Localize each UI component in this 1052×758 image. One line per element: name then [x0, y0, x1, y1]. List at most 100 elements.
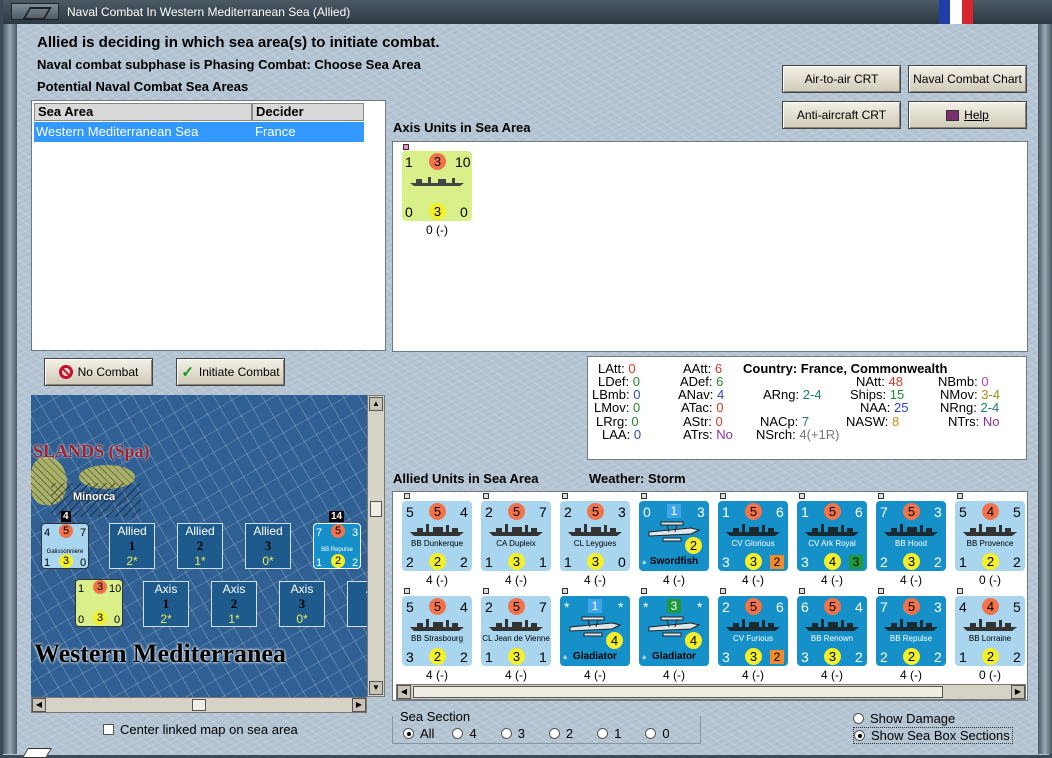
unit-bottom-left-value: 1 [564, 554, 572, 570]
unit-counter[interactable]: 2 5 3 CL Leygues 1 3 0 [560, 501, 630, 571]
map-unit-counter[interactable]: 7 5 3 BB Repulse 1 2 2 [313, 523, 361, 569]
map-unit-counter[interactable]: 4 5 7 Galissonniere 1 3 0 [41, 523, 89, 569]
unit-caption: 0 (-) [979, 668, 1001, 682]
unit-attack-value: 6 [801, 599, 809, 615]
stack-marker [641, 588, 647, 594]
air-to-air-crt-button[interactable]: Air-to-air CRT [782, 65, 901, 93]
unit-counter[interactable]: * 3 * 4 * Gladiator [639, 596, 709, 666]
radio-show-damage[interactable] [853, 713, 864, 724]
allied-sea-box-2[interactable]: Allied 2 1* [177, 523, 223, 569]
scroll-thumb[interactable] [192, 699, 206, 711]
sea-section-option-4[interactable]: 1 [597, 726, 621, 741]
show-sections-radio[interactable]: Show Sea Box Sections [853, 727, 1013, 744]
unit-aa-value: 2 [685, 537, 702, 554]
checkmark-icon: ✓ [181, 364, 194, 381]
axis-sea-box-4[interactable]: A [347, 581, 367, 627]
unit-counter[interactable]: 2 5 7 CL Jean de Vienne 1 3 1 [481, 596, 551, 666]
sea-section-option-1[interactable]: 4 [452, 726, 477, 741]
scroll-thumb[interactable] [370, 501, 382, 517]
stack-marker [562, 588, 568, 594]
radio-label: 1 [614, 726, 622, 741]
radio-label: 2 [565, 726, 574, 741]
column-header-decider[interactable]: Decider [252, 103, 364, 121]
sea-section-option-0[interactable]: All [403, 726, 434, 741]
axis-unit-counter[interactable]: 1 3 10 0 3 0 [402, 151, 472, 221]
unit-name: CA Dupleix [496, 539, 536, 548]
unit-bottom-left-value: 1 [485, 554, 493, 570]
sea-section-option-5[interactable]: 0 [645, 726, 670, 741]
unit-bottom-left-value: 2 [406, 554, 414, 570]
unit-defense-value: 4 [460, 504, 468, 520]
unit-bottom-right-value: 0 [618, 554, 626, 570]
unit-defense-value: 5 [1013, 504, 1021, 520]
scroll-right-arrow-icon[interactable]: ▶ [352, 698, 366, 712]
center-map-checkbox[interactable]: Center linked map on sea area [103, 722, 298, 737]
map-axis-unit-counter[interactable]: 1 3 10 0 3 0 [75, 579, 123, 627]
window-title: Naval Combat In Western Mediterranean Se… [67, 5, 351, 19]
axis-sea-box-2[interactable]: Axis 2 1* [211, 581, 257, 627]
naval-combat-chart-button[interactable]: Naval Combat Chart [908, 65, 1027, 93]
radio-button[interactable] [500, 728, 512, 739]
unit-counter[interactable]: 5 5 4 BB Strasbourg 3 2 2 [402, 596, 472, 666]
unit-counter[interactable]: 4 4 5 BB Lorraine 1 2 2 [955, 596, 1025, 666]
unit-defense-value: 6 [776, 504, 784, 520]
unit-bottom-left-value: 3 [722, 649, 730, 665]
radio-show-sections[interactable] [854, 730, 865, 741]
unit-attack-value: 1 [801, 504, 809, 520]
unit-counter[interactable]: 0 1 3 2 * Swordfish [639, 501, 709, 571]
sea-section-option-2[interactable]: 3 [500, 726, 525, 741]
radio-button[interactable] [645, 728, 657, 739]
map-vertical-scrollbar[interactable]: ▲ ▼ [367, 395, 385, 697]
scroll-down-arrow-icon[interactable]: ▼ [369, 681, 383, 695]
anti-aircraft-crt-button[interactable]: Anti-aircraft CRT [782, 101, 901, 129]
sea-area-title: Western Mediterranea [34, 639, 286, 668]
scroll-left-arrow-icon[interactable]: ◀ [397, 685, 411, 699]
map-horizontal-scrollbar[interactable]: ◀ ▶ [31, 697, 367, 713]
column-header-sea-area[interactable]: Sea Area [34, 103, 252, 121]
unit-move-value: 5 [903, 598, 920, 615]
axis-sea-box-3[interactable]: Axis 3 0* [279, 581, 325, 627]
show-damage-radio[interactable]: Show Damage [853, 711, 955, 726]
help-button[interactable]: Help [908, 101, 1027, 129]
linked-map[interactable]: SLANDS (Spa) Minorca 4 4 5 7 Galissonnie… [31, 395, 367, 697]
unit-counter[interactable]: 6 5 4 BB Renown 3 3 2 [797, 596, 867, 666]
unit-counter[interactable]: 7 5 3 BB Hood 2 3 2 [876, 501, 946, 571]
radio-button[interactable] [597, 728, 609, 739]
unit-caption: 4 (-) [505, 573, 527, 587]
scroll-left-arrow-icon[interactable]: ◀ [32, 698, 46, 712]
checkbox-box[interactable] [103, 724, 114, 735]
unit-counter[interactable]: 1 5 6 CV Ark Royal 3 4 3 [797, 501, 867, 571]
radio-button[interactable] [548, 728, 560, 739]
scroll-up-arrow-icon[interactable]: ▲ [369, 397, 383, 411]
country-stats-panel: LAtt: 0 LDef: 0 LBmb: 0 LMov: 0 LRrg: 0 … [587, 356, 1027, 460]
warship-silhouette-icon [963, 524, 1017, 536]
unit-counter[interactable]: 1 5 6 CV Glorious 3 3 2 [718, 501, 788, 571]
unit-counter[interactable]: 2 5 6 CV Furious 3 3 2 [718, 596, 788, 666]
system-menu-button[interactable] [11, 3, 59, 20]
allied-sea-box-1[interactable]: Allied 1 2* [109, 523, 155, 569]
unit-counter[interactable]: 5 4 5 BB Provence 1 2 2 [955, 501, 1025, 571]
radio-button[interactable] [403, 728, 414, 739]
unit-move-value: 5 [745, 503, 762, 520]
table-row[interactable]: Western Mediterranean Sea France [34, 122, 364, 142]
unit-counter[interactable]: 5 5 4 BB Dunkerque 2 2 2 [402, 501, 472, 571]
no-combat-button[interactable]: No Combat [44, 358, 153, 386]
unit-counter[interactable]: * 1 * 4 * Gladiator [560, 596, 630, 666]
scroll-thumb[interactable] [413, 686, 943, 698]
stack-marker [720, 493, 726, 499]
allied-horizontal-scrollbar[interactable]: ◀ ▶ [396, 684, 1026, 700]
axis-sea-box-1[interactable]: Axis 1 2* [143, 581, 189, 627]
islands-label: SLANDS (Spa) [33, 441, 150, 461]
allied-sea-box-3[interactable]: Allied 3 0* [245, 523, 291, 569]
sea-section-option-3[interactable]: 2 [548, 726, 574, 741]
unit-counter[interactable]: 7 5 3 BB Repulse 2 2 2 [876, 596, 946, 666]
unit-counter[interactable]: 2 5 7 CA Dupleix 1 3 1 [481, 501, 551, 571]
unit-move-value: 5 [824, 598, 841, 615]
unit-aa-value: 4 [685, 632, 702, 649]
initiate-combat-button[interactable]: ✓ Initiate Combat [176, 358, 285, 386]
unit-caption: 4 (-) [584, 668, 606, 682]
unit-attack-value: 7 [880, 504, 888, 520]
radio-button[interactable] [452, 728, 464, 739]
corner-resize-icon [22, 748, 52, 758]
scroll-right-arrow-icon[interactable]: ▶ [1011, 685, 1025, 699]
